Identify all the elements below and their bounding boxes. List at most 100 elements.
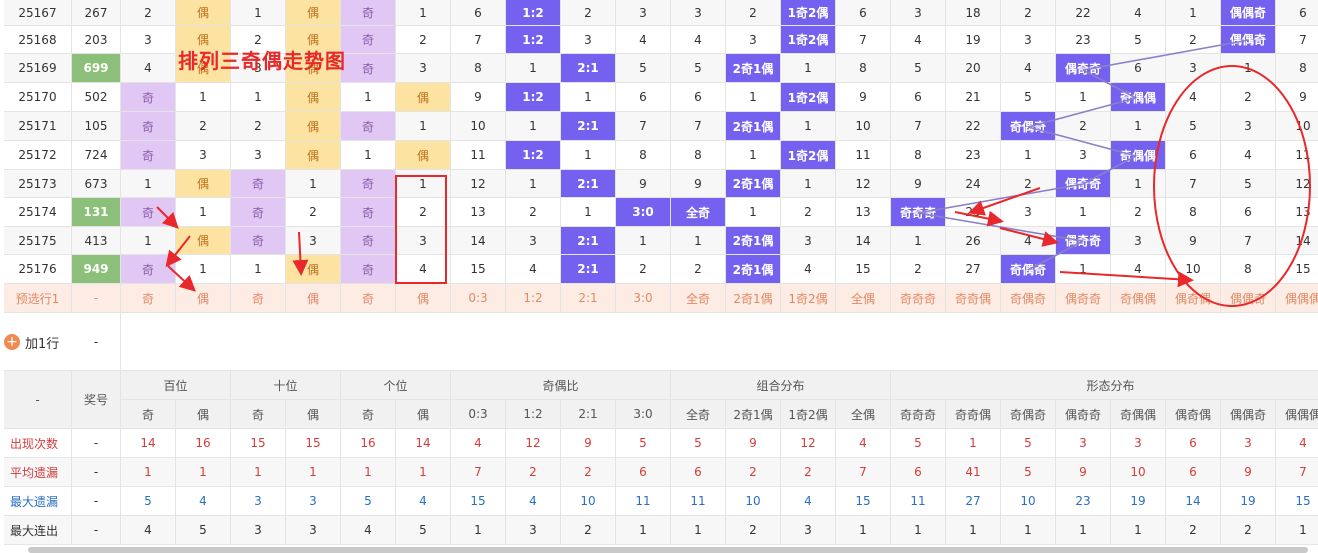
trend-cell: 21 xyxy=(946,83,1001,112)
select-option-cell[interactable]: 1奇2偶 xyxy=(781,284,836,313)
trend-cell: 偶 xyxy=(286,0,341,26)
select-option-cell[interactable]: 偶 xyxy=(286,284,341,313)
stat-cell: 19 xyxy=(1111,487,1166,516)
select-option-cell[interactable]: 偶奇奇 xyxy=(1056,284,1111,313)
trend-cell: 奇奇奇 xyxy=(891,198,946,227)
trend-cell: 2 xyxy=(561,0,616,26)
stat-cell: 3 xyxy=(781,516,836,545)
trend-cell: 2:1 xyxy=(561,227,616,255)
select-option-cell[interactable]: 奇偶奇 xyxy=(1001,284,1056,313)
trend-cell: 7 xyxy=(1276,26,1318,54)
stat-cell: 5 xyxy=(341,487,396,516)
trend-cell: 26 xyxy=(946,227,1001,255)
stat-cell: 4 xyxy=(176,487,231,516)
trend-cell: 20 xyxy=(946,54,1001,83)
select-option-cell[interactable]: - xyxy=(72,284,121,313)
select-option-cell[interactable]: 全偶 xyxy=(836,284,891,313)
trend-cell: 3 xyxy=(891,0,946,26)
select-option-cell[interactable]: 3:0 xyxy=(616,284,671,313)
stat-cell: 9 xyxy=(561,429,616,458)
trend-cell: 8 xyxy=(671,141,726,170)
select-option-cell[interactable]: 偶 xyxy=(396,284,451,313)
header-sub: 奇 xyxy=(121,400,176,429)
select-option-cell[interactable]: 奇 xyxy=(121,284,176,313)
trend-cell: 偶 xyxy=(286,255,341,284)
stat-cell: 11 xyxy=(891,487,946,516)
issue-cell: 25174 xyxy=(4,198,72,227)
trend-cell: 3 xyxy=(671,0,726,26)
trend-cell: 2 xyxy=(121,0,176,26)
stat-cell: 11 xyxy=(616,487,671,516)
trend-cell: 奇 xyxy=(231,170,286,198)
stat-cell: 3 xyxy=(286,516,341,545)
trend-cell: 7 xyxy=(1166,170,1221,198)
trend-cell: 1 xyxy=(286,170,341,198)
stat-dash: - xyxy=(72,429,121,458)
trend-cell: 3:0 xyxy=(616,198,671,227)
stat-cell: 4 xyxy=(836,429,891,458)
stat-cell: 4 xyxy=(1276,429,1318,458)
stat-cell: 3 xyxy=(506,516,561,545)
select-option-cell[interactable]: 偶 xyxy=(176,284,231,313)
trend-cell: 12 xyxy=(836,170,891,198)
trend-cell: 24 xyxy=(946,170,1001,198)
trend-cell: 1 xyxy=(1056,83,1111,112)
select-option-cell[interactable]: 偶奇偶 xyxy=(1166,284,1221,313)
stat-cell: 1 xyxy=(836,516,891,545)
stat-cell: 1 xyxy=(616,516,671,545)
select-option-cell[interactable]: 2奇1偶 xyxy=(726,284,781,313)
select-option-cell[interactable]: 奇 xyxy=(341,284,396,313)
stat-cell: 4 xyxy=(341,516,396,545)
select-option-cell[interactable]: 0:3 xyxy=(451,284,506,313)
select-option-cell[interactable]: 1:2 xyxy=(506,284,561,313)
trend-cell: 奇 xyxy=(121,83,176,112)
trend-table: 25167 267 2 偶 1 偶奇 1 6 1:2 2 3 3 2 1奇2偶 6 3 18 2 22 4 1 偶偶奇 6 2… xyxy=(0,0,1318,553)
select-option-cell[interactable]: 奇偶偶 xyxy=(1111,284,1166,313)
trend-cell: 8 xyxy=(1166,198,1221,227)
stat-cell: 1 xyxy=(1056,516,1111,545)
trend-cell: 3 xyxy=(616,0,671,26)
trend-cell: 2 xyxy=(1001,0,1056,26)
select-option-cell[interactable]: 奇奇偶 xyxy=(946,284,1001,313)
trend-cell: 1 xyxy=(561,141,616,170)
trend-cell: 4 xyxy=(671,26,726,54)
trend-cell: 2 xyxy=(1166,26,1221,54)
trend-cell: 10 xyxy=(1276,112,1318,141)
trend-cell: 3 xyxy=(1001,198,1056,227)
trend-cell: 12 xyxy=(1276,170,1318,198)
trend-cell: 1:2 xyxy=(506,26,561,54)
trend-cell: 4 xyxy=(1001,227,1056,255)
trend-cell: 1 xyxy=(396,170,451,198)
select-option-cell[interactable]: 偶偶偶 xyxy=(1276,284,1318,313)
select-option-cell[interactable]: 偶偶奇 xyxy=(1221,284,1276,313)
chart-title-overlay: 排列三奇偶走势图 xyxy=(178,49,346,73)
trend-cell: 3 xyxy=(506,227,561,255)
trend-cell: 2 xyxy=(1001,170,1056,198)
select-option-cell[interactable]: 奇奇奇 xyxy=(891,284,946,313)
trend-cell: 1奇2偶 xyxy=(781,141,836,170)
trend-cell: 3 xyxy=(396,54,451,83)
stat-cell: 15 xyxy=(231,429,286,458)
trend-cell: 6 xyxy=(1111,54,1166,83)
trend-cell: 3 xyxy=(121,26,176,54)
trend-cell: 25 xyxy=(946,198,1001,227)
select-option-cell[interactable]: 奇 xyxy=(231,284,286,313)
prize-number-cell: 267 xyxy=(72,0,121,26)
add-row-button[interactable]: + 加1行 xyxy=(4,314,70,370)
trend-cell: 4 xyxy=(1111,0,1166,26)
stat-cell: 10 xyxy=(726,487,781,516)
issue-cell: 25172 xyxy=(4,141,72,170)
stat-cell: 1 xyxy=(341,458,396,487)
select-option-cell[interactable]: 全奇 xyxy=(671,284,726,313)
horizontal-scrollbar[interactable] xyxy=(28,547,1308,553)
issue-cell: 25175 xyxy=(4,227,72,255)
trend-cell: 22 xyxy=(1056,0,1111,26)
stat-cell: 6 xyxy=(891,458,946,487)
trend-cell: 奇 xyxy=(341,26,396,54)
prize-number-cell: 131 xyxy=(72,198,121,227)
header-group: 奇偶比 xyxy=(451,371,671,400)
trend-cell: 3 xyxy=(1056,141,1111,170)
stat-cell: 3 xyxy=(1111,429,1166,458)
select-option-cell[interactable]: 2:1 xyxy=(561,284,616,313)
header-sub: 偶奇奇 xyxy=(1056,400,1111,429)
